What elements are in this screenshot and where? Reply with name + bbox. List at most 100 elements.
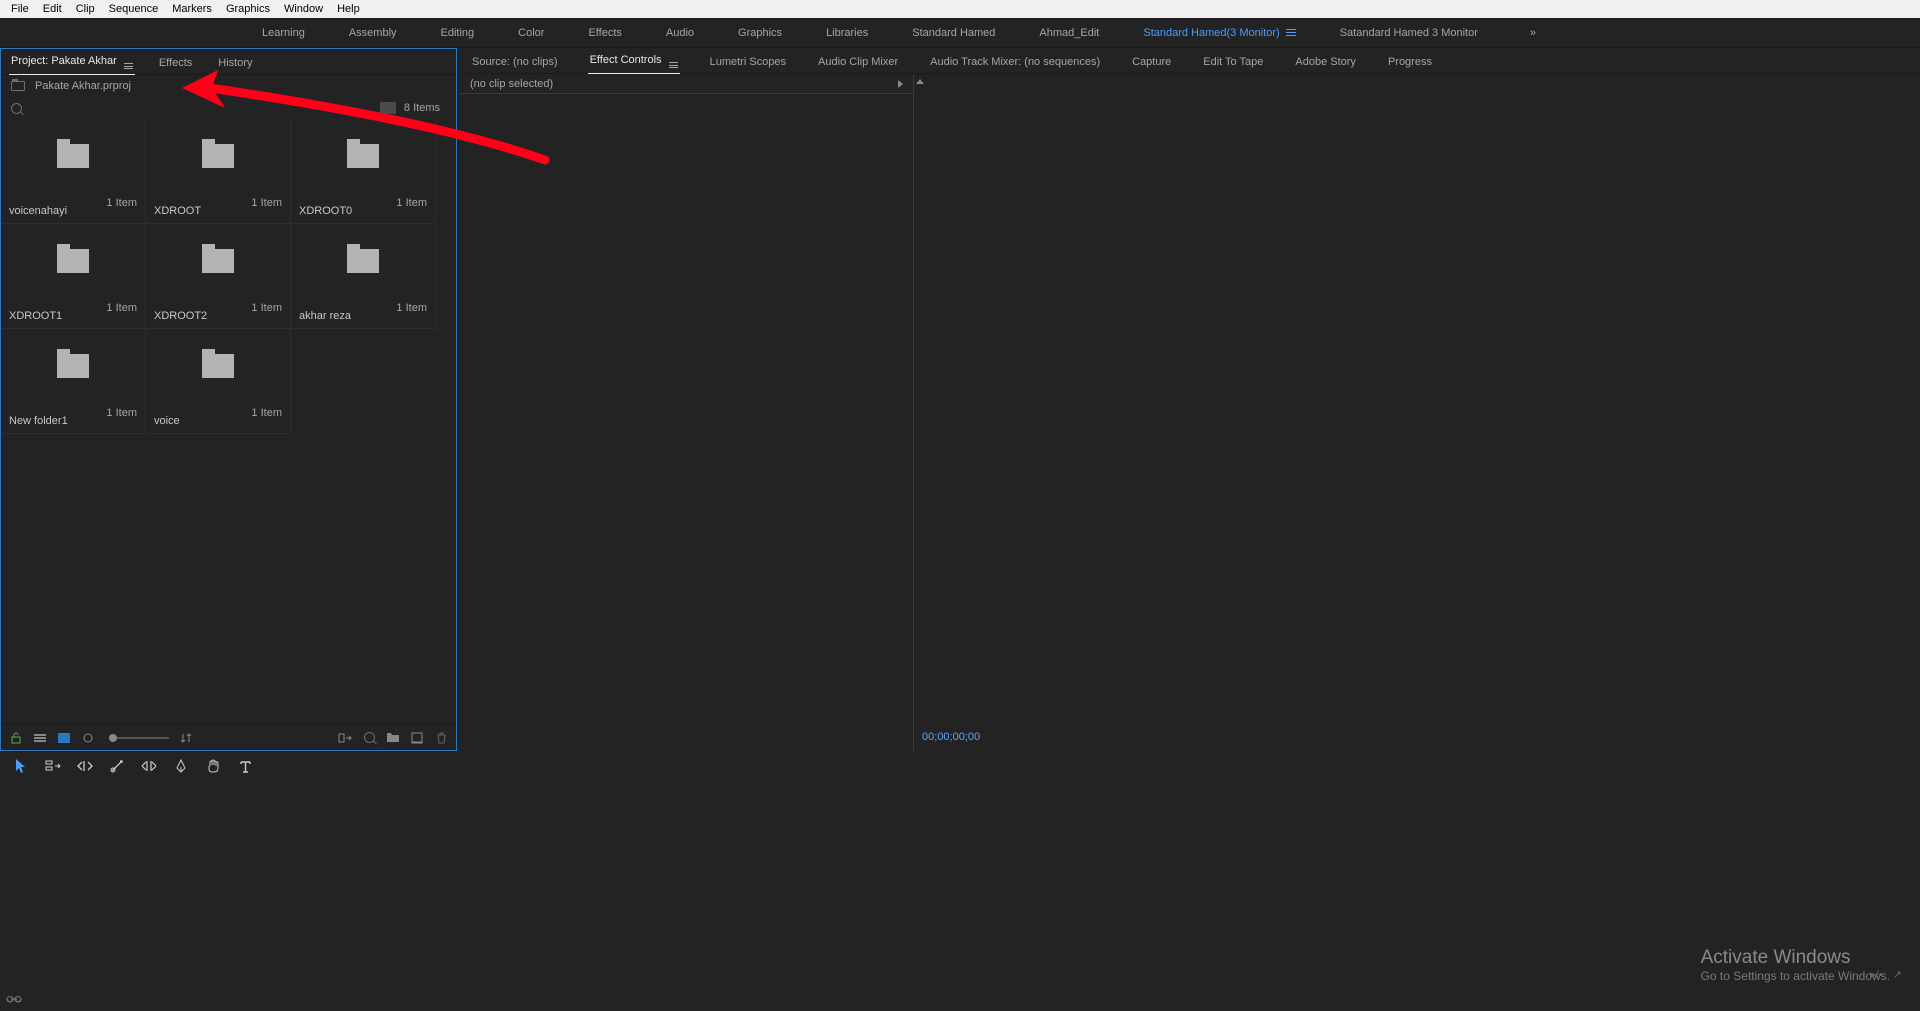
menu-edit[interactable]: Edit [36,1,69,17]
bin-item[interactable]: XDROOT 1 Item [146,119,291,224]
slip-tool[interactable] [140,757,158,775]
ws-tab-satandard-hamed-3mon[interactable]: Satandard Hamed 3 Monitor [1318,18,1500,48]
menu-markers[interactable]: Markers [165,1,219,17]
ws-tab-ahmad-edit[interactable]: Ahmad_Edit [1017,18,1121,48]
tab-edit-to-tape[interactable]: Edit To Tape [1201,51,1265,73]
folder-icon [202,354,234,378]
ws-tab-libraries[interactable]: Libraries [804,18,890,48]
open-bin-icon[interactable]: ↗ [1893,968,1902,981]
main-area: Project: Pakate Akhar Effects History Pa… [0,48,1920,751]
selection-tool[interactable] [12,757,30,775]
bin-name: voicenahayi [9,205,67,217]
ws-tab-audio[interactable]: Audio [644,18,716,48]
tab-effect-controls[interactable]: Effect Controls [588,49,680,73]
new-item-icon[interactable] [410,732,424,744]
tab-progress[interactable]: Progress [1386,51,1434,73]
bin-name: voice [154,415,180,427]
bin-item[interactable]: voice 1 Item [146,329,291,434]
menu-clip[interactable]: Clip [69,1,102,17]
tab-effects[interactable]: Effects [157,52,194,74]
bin-item[interactable]: New folder1 1 Item [1,329,146,434]
ws-tab-effects[interactable]: Effects [566,18,643,48]
tab-lumetri-scopes[interactable]: Lumetri Scopes [708,51,788,73]
ws-tab-editing[interactable]: Editing [419,18,497,48]
panel-menu-icon[interactable] [1286,29,1296,36]
folder-icon [57,249,89,273]
tab-capture[interactable]: Capture [1130,51,1173,73]
export-frame-icon[interactable]: ▸/▪ [1870,968,1882,981]
track-select-tool[interactable] [44,757,62,775]
link-icon[interactable] [6,994,22,1007]
expand-icon[interactable] [898,80,903,88]
ws-tab-color[interactable]: Color [496,18,566,48]
bin-count: 1 Item [396,302,427,314]
effect-controls-list: (no clip selected) [460,74,914,751]
folder-icon [57,144,89,168]
bin-item[interactable]: XDROOT2 1 Item [146,224,291,329]
source-panel-tabs: Source: (no clips) Effect Controls Lumet… [460,48,1920,74]
collapse-icon[interactable] [916,79,924,84]
ws-tab-standard-hamed[interactable]: Standard Hamed [890,18,1017,48]
effect-controls-header: (no clip selected) [460,74,913,94]
no-clip-label: (no clip selected) [470,78,553,90]
ws-tab-assembly[interactable]: Assembly [327,18,419,48]
ws-tab-learning[interactable]: Learning [240,18,327,48]
project-panel-footer [1,724,456,750]
project-panel-tabs: Project: Pakate Akhar Effects History [1,49,456,75]
bin-item[interactable]: XDROOT0 1 Item [291,119,436,224]
tab-audio-clip-mixer[interactable]: Audio Clip Mixer [816,51,900,73]
find-icon[interactable] [362,732,376,744]
project-search-input[interactable] [28,102,380,114]
os-menu-bar: File Edit Clip Sequence Markers Graphics… [0,0,1920,18]
type-tool[interactable] [236,757,254,775]
automate-to-sequence-icon[interactable] [338,732,352,744]
new-bin-icon[interactable] [386,732,400,744]
ws-tab-label: Standard Hamed(3 Monitor) [1143,27,1279,39]
bin-count: 1 Item [251,302,282,314]
bin-item[interactable]: voicenahayi 1 Item [1,119,146,224]
freeform-view-icon[interactable] [81,732,95,744]
list-view-icon[interactable] [33,732,47,744]
bin-name: XDROOT2 [154,310,207,322]
bin-count: 1 Item [396,197,427,209]
clear-icon[interactable] [434,732,448,744]
effect-controls-body: (no clip selected) 00;00;00;00 [460,74,1920,751]
timecode[interactable]: 00;00;00;00 [922,731,980,743]
menu-graphics[interactable]: Graphics [219,1,277,17]
project-icon [11,81,25,91]
tab-project[interactable]: Project: Pakate Akhar [9,50,135,74]
panel-menu-icon[interactable] [124,63,133,69]
folder-icon [57,354,89,378]
tab-adobe-story[interactable]: Adobe Story [1293,51,1358,73]
thumbnail-size-slider[interactable] [109,737,169,739]
menu-window[interactable]: Window [277,1,330,17]
panel-menu-icon[interactable] [669,62,678,68]
tab-history[interactable]: History [216,52,254,74]
bin-item[interactable]: akhar reza 1 Item [291,224,436,329]
ws-tab-graphics[interactable]: Graphics [716,18,804,48]
tab-source[interactable]: Source: (no clips) [470,51,560,73]
bin-item[interactable]: XDROOT1 1 Item [1,224,146,329]
menu-help[interactable]: Help [330,1,367,17]
hand-tool[interactable] [204,757,222,775]
bin-count: 1 Item [251,197,282,209]
icon-view-icon[interactable] [57,732,71,744]
folder-icon [347,144,379,168]
ripple-edit-tool[interactable] [76,757,94,775]
rw-toggle-icon[interactable] [9,732,23,744]
ws-tab-standard-hamed-3mon[interactable]: Standard Hamed(3 Monitor) [1121,18,1317,48]
bin-name: XDROOT0 [299,205,352,217]
menu-file[interactable]: File [4,1,36,17]
menu-sequence[interactable]: Sequence [102,1,166,17]
ws-overflow-button[interactable]: » [1530,27,1536,39]
sort-icon[interactable] [179,732,193,744]
tab-effect-controls-label: Effect Controls [590,54,662,66]
storyboard-icon[interactable] [380,102,396,114]
item-count: 8 Items [404,102,446,114]
project-file-name: Pakate Akhar.prproj [35,80,131,92]
pen-tool[interactable] [172,757,190,775]
tab-audio-track-mixer[interactable]: Audio Track Mixer: (no sequences) [928,51,1102,73]
rolling-edit-tool[interactable] [108,757,126,775]
search-icon [11,103,22,114]
workspace-bar: Learning Assembly Editing Color Effects … [0,18,1920,48]
